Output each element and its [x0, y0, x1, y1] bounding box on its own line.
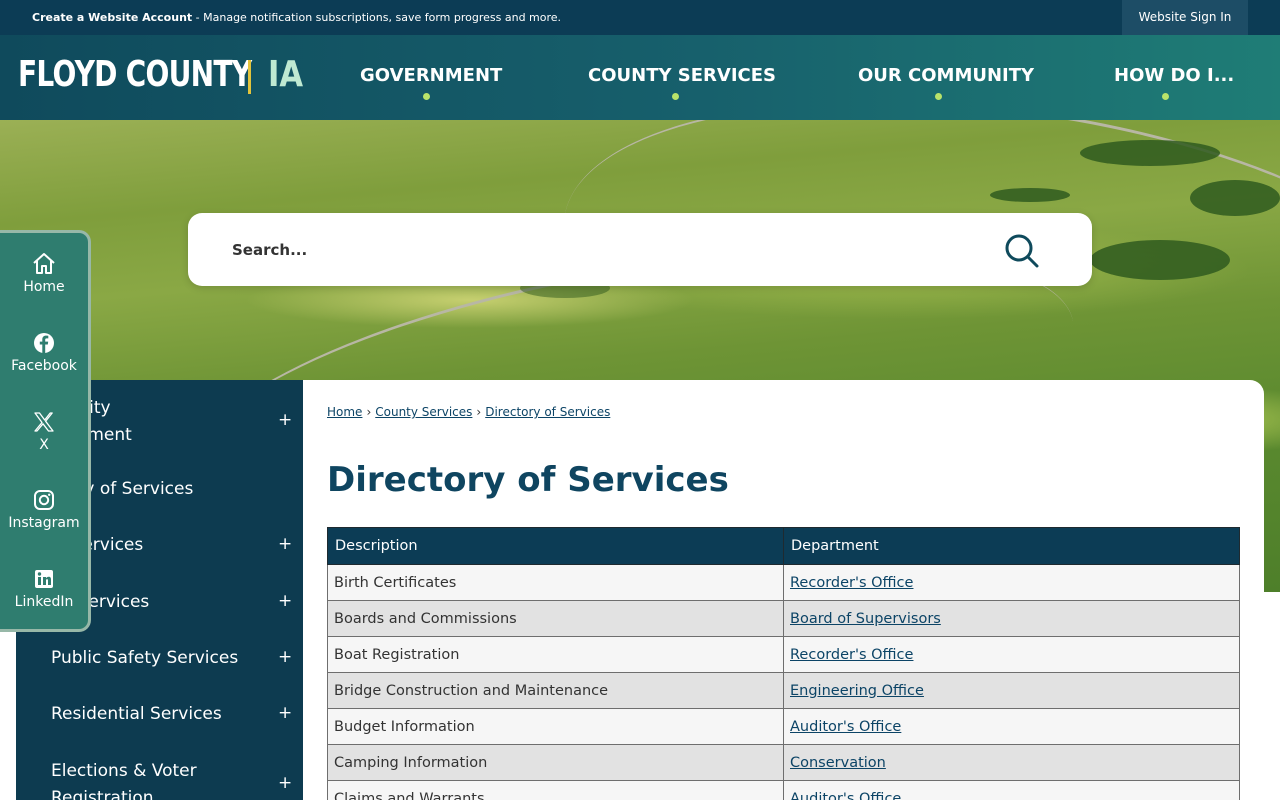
- department-cell: Auditor's Office: [783, 780, 1240, 800]
- utility-bar: Create a Website Account - Manage notifi…: [0, 0, 1280, 35]
- nav-indicator-dot: [935, 93, 942, 100]
- social-label: Home: [23, 279, 65, 295]
- nav-government-label: GOVERNMENT: [360, 65, 503, 86]
- page-title: Directory of Services: [327, 460, 729, 500]
- breadcrumb-separator: ›: [476, 405, 482, 419]
- main-content: Home › County Services › Directory of Servic…: [303, 380, 1264, 800]
- social-link-linkedin[interactable]: LinkedIn: [0, 566, 88, 610]
- site-header: FLOYD COUNTY IA GOVERNMENT COUNTY SERVIC…: [0, 35, 1280, 120]
- table-row: Claims and Warrants Auditor's Office: [327, 780, 1240, 800]
- sidenav-item-residential-services[interactable]: Residential Services +: [16, 701, 303, 729]
- department-cell: Conservation: [783, 744, 1240, 781]
- breadcrumb: Home › County Services › Directory of Servic…: [327, 405, 610, 419]
- description-cell: Budget Information: [327, 708, 784, 745]
- home-icon: [33, 253, 55, 274]
- department-cell: Recorder's Office: [783, 636, 1240, 673]
- table-header-row: Description Department: [327, 527, 1240, 565]
- department-cell: Engineering Office: [783, 672, 1240, 709]
- department-link[interactable]: Recorder's Office: [790, 575, 913, 591]
- search-input[interactable]: [232, 237, 992, 263]
- search-icon[interactable]: [1004, 233, 1040, 269]
- hero-trees: [1080, 140, 1220, 166]
- account-message: Create a Website Account - Manage notifi…: [32, 11, 561, 24]
- website-sign-in-button[interactable]: Website Sign In: [1122, 0, 1248, 35]
- x-icon: [34, 412, 54, 432]
- department-link[interactable]: Auditor's Office: [790, 719, 901, 735]
- social-link-facebook[interactable]: Facebook: [0, 330, 88, 374]
- social-label: LinkedIn: [14, 594, 74, 610]
- column-header-department: Department: [783, 527, 1240, 565]
- description-cell: Claims and Warrants: [327, 780, 784, 800]
- nav-how-do-i-label: HOW DO I...: [1114, 65, 1235, 86]
- social-label: Facebook: [11, 358, 77, 374]
- social-label: X: [39, 437, 49, 453]
- department-link[interactable]: Auditor's Office: [790, 791, 901, 800]
- nav-indicator-dot: [423, 93, 430, 100]
- social-link-x[interactable]: X: [0, 409, 88, 453]
- description-cell: Bridge Construction and Maintenance: [327, 672, 784, 709]
- logo-county-text: FLOYD COUNTY: [18, 54, 252, 95]
- social-link-home[interactable]: Home: [0, 251, 88, 295]
- breadcrumb-current-link[interactable]: Directory of Services: [485, 405, 610, 419]
- column-header-description: Description: [327, 527, 784, 565]
- linkedin-icon: [35, 570, 53, 588]
- nav-indicator-dot: [1162, 93, 1169, 100]
- expand-icon[interactable]: +: [278, 773, 292, 793]
- nav-county-services-label: COUNTY SERVICES: [588, 65, 776, 86]
- create-account-link[interactable]: Create a Website Account: [32, 11, 192, 24]
- description-cell: Boat Registration: [327, 636, 784, 673]
- department-link[interactable]: Board of Supervisors: [790, 611, 941, 627]
- account-message-text: - Manage notification subscriptions, sav…: [192, 11, 562, 24]
- breadcrumb-home-link[interactable]: Home: [327, 405, 362, 419]
- description-cell: Birth Certificates: [327, 564, 784, 601]
- hero-trees: [1190, 180, 1280, 216]
- table-row: Birth Certificates Recorder's Office: [327, 564, 1240, 601]
- services-directory-table: Description Department Birth Certificate…: [327, 527, 1240, 800]
- breadcrumb-county-services-link[interactable]: County Services: [375, 405, 472, 419]
- description-cell: Boards and Commissions: [327, 600, 784, 637]
- table-row: Boards and Commissions Board of Supervis…: [327, 600, 1240, 637]
- expand-icon[interactable]: +: [278, 534, 292, 554]
- site-logo[interactable]: FLOYD COUNTY IA: [18, 54, 317, 102]
- expand-icon[interactable]: +: [278, 591, 292, 611]
- site-search: [188, 213, 1092, 286]
- description-cell: Camping Information: [327, 744, 784, 781]
- logo-state-text: IA: [268, 54, 304, 95]
- nav-our-community-label: OUR COMMUNITY: [858, 65, 1035, 86]
- logo-divider: [248, 60, 251, 94]
- sidenav-item-elections-voter-registration[interactable]: Elections & Voter Registration +: [16, 758, 303, 800]
- hero-trees: [990, 188, 1070, 202]
- table-row: Bridge Construction and Maintenance Engi…: [327, 672, 1240, 709]
- expand-icon[interactable]: +: [278, 410, 292, 430]
- department-link[interactable]: Recorder's Office: [790, 647, 913, 663]
- department-cell: Recorder's Office: [783, 564, 1240, 601]
- department-link[interactable]: Engineering Office: [790, 683, 924, 699]
- expand-icon[interactable]: +: [278, 647, 292, 667]
- hero-trees: [1090, 240, 1230, 280]
- department-cell: Auditor's Office: [783, 708, 1240, 745]
- social-sidebar: Home Facebook X Instagram LinkedIn: [0, 230, 91, 632]
- table-row: Camping Information Conservation: [327, 744, 1240, 781]
- facebook-icon: [34, 333, 54, 353]
- table-row: Boat Registration Recorder's Office: [327, 636, 1240, 673]
- sidenav-item-label: Public Safety Services: [51, 648, 239, 668]
- department-cell: Board of Supervisors: [783, 600, 1240, 637]
- sidenav-item-label: Elections & Voter Registration: [51, 761, 197, 800]
- nav-indicator-dot: [672, 93, 679, 100]
- department-link[interactable]: Conservation: [790, 755, 886, 771]
- social-label: Instagram: [8, 515, 80, 531]
- instagram-icon: [34, 490, 54, 510]
- sidenav-item-public-safety-services[interactable]: Public Safety Services +: [16, 645, 303, 673]
- sidenav-item-label: Residential Services: [51, 704, 222, 724]
- social-link-instagram[interactable]: Instagram: [0, 487, 88, 531]
- table-row: Budget Information Auditor's Office: [327, 708, 1240, 745]
- breadcrumb-separator: ›: [366, 405, 372, 419]
- expand-icon[interactable]: +: [278, 703, 292, 723]
